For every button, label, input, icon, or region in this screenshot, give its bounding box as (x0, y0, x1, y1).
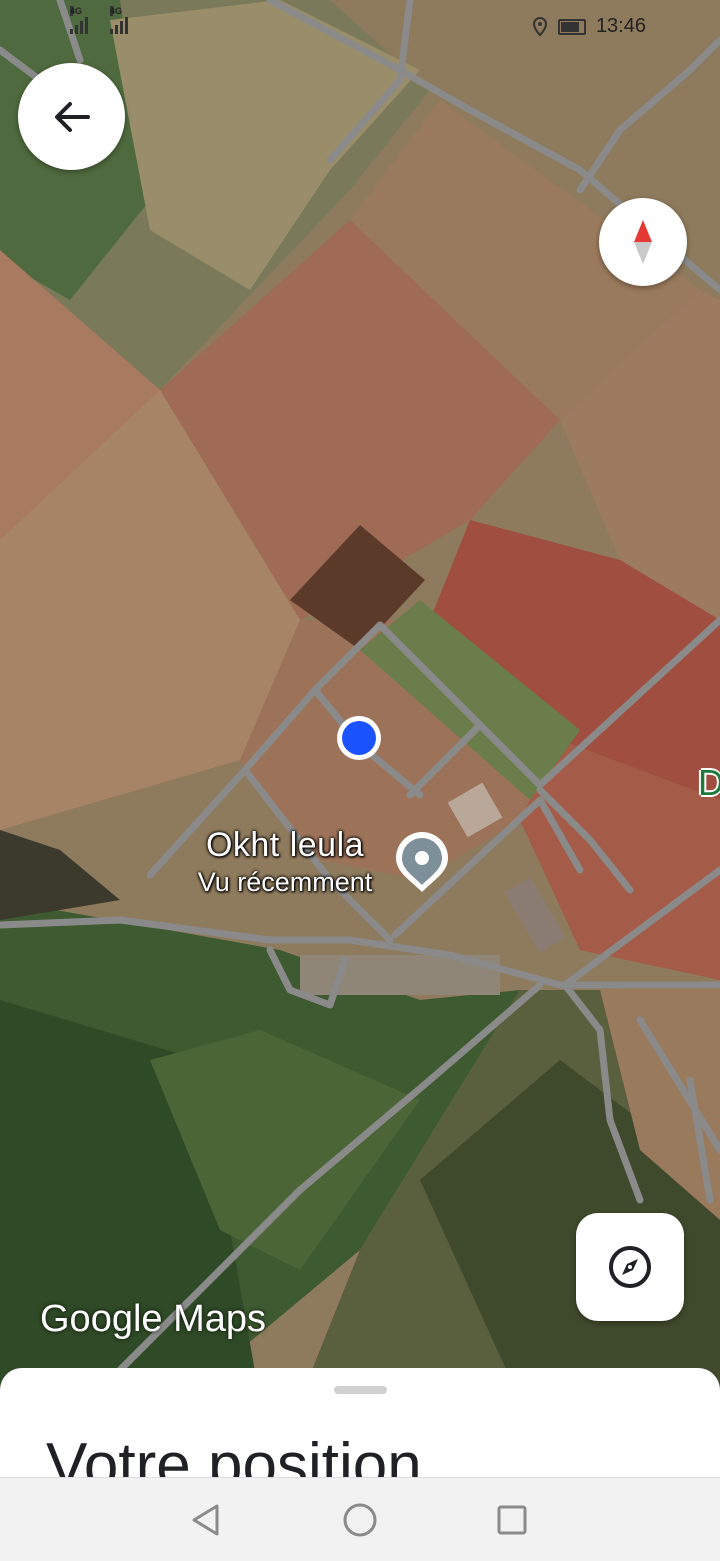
signal-icon: 4G (70, 6, 88, 34)
square-recents-icon (497, 1505, 527, 1535)
status-time: 13:46 (595, 15, 646, 37)
place-name: Okht leula (205, 826, 365, 864)
circle-home-icon (343, 1503, 377, 1537)
logo-maps: Maps (173, 1298, 267, 1340)
signal-icon: 4G (110, 6, 128, 34)
google-maps-logo: Google Maps (40, 1298, 266, 1341)
system-navigation-bar (0, 1477, 720, 1561)
battery-icon (557, 18, 586, 35)
compass-icon (609, 1246, 651, 1288)
status-bar: 4G 4G 13:46 (0, 0, 720, 52)
map-place-label-partial[interactable]: D (698, 762, 720, 804)
nav-home-button[interactable] (338, 1498, 382, 1542)
network-type: 4G (70, 6, 83, 16)
nav-recents-button[interactable] (490, 1498, 534, 1542)
back-button[interactable] (18, 63, 125, 170)
location-status-icon (532, 16, 547, 36)
sheet-drag-handle[interactable] (334, 1386, 387, 1394)
compass-button[interactable] (599, 198, 687, 286)
recenter-button[interactable] (576, 1213, 684, 1321)
triangle-back-icon (192, 1504, 219, 1536)
network-type: 4G (110, 6, 123, 16)
status-right: 13:46 (532, 15, 646, 38)
place-subtitle: Vu récemment (197, 867, 373, 897)
arrow-left-icon (54, 101, 90, 132)
signal-indicators: 4G 4G (70, 6, 128, 34)
place-label[interactable]: Okht leula Vu récemment (170, 826, 400, 898)
logo-google: Google (40, 1298, 163, 1340)
nav-back-button[interactable] (184, 1498, 228, 1542)
compass-needle-icon (634, 220, 652, 264)
current-location-dot (342, 721, 376, 755)
